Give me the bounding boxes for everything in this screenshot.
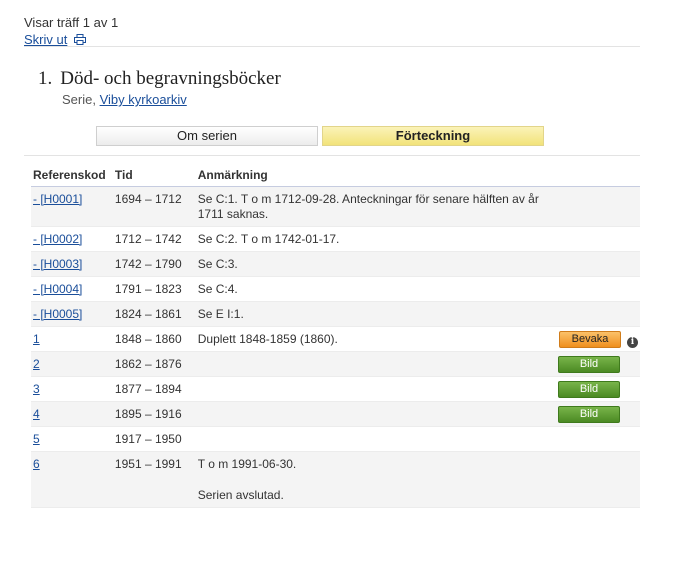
ref-link[interactable]: 6 xyxy=(33,457,40,471)
note-cell xyxy=(198,402,554,411)
table-row: - [H0003] 1742 – 1790 Se C:3. xyxy=(31,251,640,277)
table-row: 5 1917 – 1950 xyxy=(31,426,640,452)
time-cell: 1742 – 1790 xyxy=(114,257,182,271)
note-cell xyxy=(198,352,554,361)
column-header-time: Tid xyxy=(112,164,196,187)
table-header-row: Referenskod Tid Anmärkning xyxy=(31,164,640,187)
note-cell: Se C:2. T o m 1742-01-17. xyxy=(197,232,340,246)
ref-link[interactable]: 1 xyxy=(33,332,40,346)
table-row: - [H0001] 1694 – 1712 Se C:1. T o m 1712… xyxy=(31,186,640,227)
note-cell: Se C:4. xyxy=(197,282,238,296)
table-row: - [H0004] 1791 – 1823 Se C:4. xyxy=(31,276,640,302)
note-cell: T o m 1991-06-30. Serien avslutad. xyxy=(198,452,554,507)
bild-button[interactable]: Bild xyxy=(558,406,620,423)
search-info: Visar träff 1 av 1 Skriv ut xyxy=(24,14,118,48)
printer-icon[interactable] xyxy=(73,34,86,45)
time-cell: 1791 – 1823 xyxy=(114,282,182,296)
series-title: Död- och begravningsböcker xyxy=(60,68,281,89)
result-header: 1. Död- och begravningsböcker Serie, Viby… xyxy=(38,68,281,107)
table-row: 2 1862 – 1876 Bild xyxy=(31,351,640,377)
time-cell: 1917 – 1950 xyxy=(114,432,182,446)
ref-link[interactable]: - [H0005] xyxy=(33,307,82,321)
column-header-note: Anmärkning xyxy=(195,164,556,187)
table-row: 3 1877 – 1894 Bild xyxy=(31,376,640,402)
type-label: Serie, xyxy=(62,92,96,107)
tab-om-serien[interactable]: Om serien xyxy=(96,126,318,146)
note-cell: Se C:1. T o m 1712-09-28. Anteckningar f… xyxy=(197,192,539,221)
time-cell: 1951 – 1991 xyxy=(114,457,182,471)
archive-link[interactable]: Viby kyrkoarkiv xyxy=(100,92,187,107)
volume-table: Referenskod Tid Anmärkning - [H0001] 169… xyxy=(31,164,640,508)
note-line-closed: Serien avslutad. xyxy=(197,488,284,502)
ref-link[interactable]: - [H0001] xyxy=(33,192,82,206)
info-icon[interactable]: i xyxy=(627,337,638,348)
tab-bar: Om serien Förteckning xyxy=(96,126,544,146)
note-cell: Duplett 1848-1859 (1860). xyxy=(197,332,338,346)
print-link[interactable]: Skriv ut xyxy=(24,32,67,47)
bevaka-button[interactable]: Bevaka xyxy=(559,331,621,348)
divider xyxy=(24,155,640,156)
divider xyxy=(24,46,640,47)
ref-link[interactable]: - [H0004] xyxy=(33,282,82,296)
table-row: - [H0005] 1824 – 1861 Se E I:1. xyxy=(31,301,640,327)
note-cell: Se C:3. xyxy=(197,257,238,271)
hits-count: Visar träff 1 av 1 xyxy=(24,15,119,30)
ref-link[interactable]: 5 xyxy=(33,432,40,446)
time-cell: 1694 – 1712 xyxy=(114,192,182,206)
ref-link[interactable]: - [H0002] xyxy=(33,232,82,246)
time-cell: 1848 – 1860 xyxy=(114,332,182,346)
bild-button[interactable]: Bild xyxy=(558,381,620,398)
time-cell: 1862 – 1876 xyxy=(114,357,182,371)
table-row: 1 1848 – 1860 Duplett 1848-1859 (1860). … xyxy=(31,326,640,352)
ref-link[interactable]: 3 xyxy=(33,382,40,396)
table-row: - [H0002] 1712 – 1742 Se C:2. T o m 1742… xyxy=(31,226,640,252)
note-cell: Se E I:1. xyxy=(197,307,244,321)
column-header-actions xyxy=(555,164,640,187)
ref-link[interactable]: - [H0003] xyxy=(33,257,82,271)
time-cell: 1895 – 1916 xyxy=(114,407,182,421)
time-cell: 1824 – 1861 xyxy=(114,307,182,321)
ref-link[interactable]: 4 xyxy=(33,407,40,421)
ref-link[interactable]: 2 xyxy=(33,357,40,371)
table-row: 6 1951 – 1991 T o m 1991-06-30. Serien a… xyxy=(31,451,640,508)
result-number: 1. xyxy=(38,68,53,89)
result-title: 1. Död- och begravningsböcker xyxy=(38,68,281,90)
note-line: T o m 1991-06-30. xyxy=(197,457,297,471)
tab-forteckning[interactable]: Förteckning xyxy=(322,126,544,146)
note-cell xyxy=(198,427,554,436)
column-header-refcode: Referenskod xyxy=(31,164,113,187)
time-cell: 1712 – 1742 xyxy=(114,232,182,246)
result-subtitle: Serie, Viby kyrkoarkiv xyxy=(62,92,281,107)
note-cell xyxy=(198,377,554,386)
bild-button[interactable]: Bild xyxy=(558,356,620,373)
time-cell: 1877 – 1894 xyxy=(114,382,182,396)
table-row: 4 1895 – 1916 Bild xyxy=(31,401,640,427)
